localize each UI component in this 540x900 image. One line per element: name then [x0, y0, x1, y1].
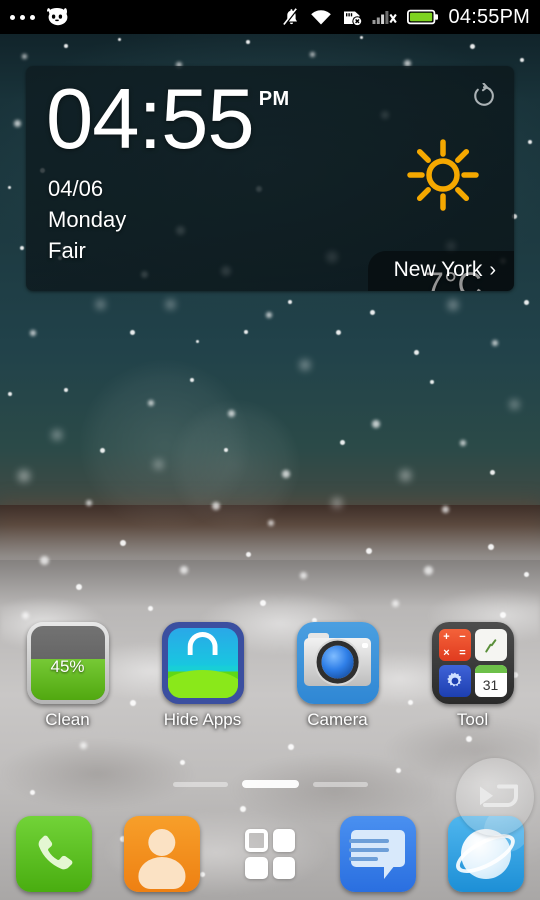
floating-back-button[interactable] — [456, 758, 534, 836]
battery-full-icon — [406, 9, 438, 25]
widget-time-row: 04:55 PM — [46, 72, 290, 167]
wifi-icon — [310, 10, 331, 25]
widget-bokeh — [381, 111, 389, 119]
dock-item-phone[interactable] — [0, 816, 108, 892]
widget-city-button[interactable]: New York › — [367, 251, 514, 291]
app-label: Clean — [45, 710, 90, 729]
widget-ampm: PM — [258, 88, 290, 110]
widget-bokeh — [176, 226, 185, 235]
clean-icon-inner: 45% — [30, 626, 105, 700]
clock-icon — [474, 629, 507, 661]
refresh-icon[interactable] — [471, 82, 497, 114]
calc-minus: − — [459, 631, 466, 643]
camera-icon-flash — [362, 642, 368, 649]
contacts-icon-head — [148, 828, 176, 857]
app-tool-folder[interactable]: + − × = 31 Tool — [405, 622, 540, 742]
widget-bokeh — [221, 266, 231, 276]
messaging-icon-line-3 — [349, 857, 378, 862]
status-bar[interactable]: 04:55PM — [0, 0, 540, 34]
sdcard-removed-icon — [343, 11, 362, 26]
calc-plus: + — [443, 631, 450, 643]
app-label: Tool — [456, 710, 489, 729]
messaging-icon-line-1 — [349, 838, 389, 843]
widget-condition: Fair — [48, 237, 86, 263]
chevron-right-icon: › — [489, 259, 496, 281]
calendar-icon: 31 — [474, 665, 507, 697]
calendar-icon-day: 31 — [482, 677, 499, 694]
drawer-cell-1 — [245, 829, 268, 852]
app-drawer-grid-icon — [232, 816, 308, 892]
drawer-cell-4 — [272, 856, 295, 879]
drawer-cell-2 — [272, 829, 295, 852]
dock-item-messaging[interactable] — [324, 816, 432, 892]
back-uturn-arrow-icon — [480, 784, 518, 807]
tool-folder-icon: + − × = 31 — [431, 622, 514, 704]
page-dot-1[interactable] — [172, 781, 228, 787]
widget-bokeh — [256, 186, 262, 192]
app-label: Camera — [307, 710, 368, 729]
camera-icon-lens — [321, 645, 354, 679]
cell-signal-no-sim-icon — [372, 10, 397, 24]
calendar-icon-header — [474, 665, 507, 674]
hide-apps-icon-handle — [187, 631, 218, 656]
widget-date-block: 04/06 Monday Fair — [48, 174, 126, 266]
clean-battery-icon: 45% — [26, 622, 109, 704]
sun-icon — [406, 138, 480, 217]
cyanogenmod-android-head-icon — [47, 8, 68, 26]
dock — [0, 808, 540, 900]
hide-apps-icon-hill — [167, 670, 238, 698]
widget-time: 04:55 — [46, 72, 255, 167]
calc-equals: = — [459, 647, 466, 659]
contacts-icon-body — [138, 857, 186, 889]
overflow-dots-icon — [10, 14, 35, 20]
widget-city-label: New York — [393, 258, 483, 281]
messaging-icon-line-2 — [349, 847, 389, 852]
app-hide-apps[interactable]: Hide Apps — [135, 622, 270, 742]
app-clean[interactable]: 45% Clean — [0, 622, 135, 742]
contacts-person-icon — [124, 816, 200, 892]
widget-date: 04/06 — [48, 176, 104, 201]
drawer-cell-3 — [245, 856, 268, 879]
widget-weekday: Monday — [48, 206, 127, 232]
wallpaper-halo-2 — [170, 400, 300, 530]
widget-bokeh — [141, 271, 148, 278]
calc-times: × — [443, 647, 450, 659]
page-dot-2-active[interactable] — [241, 780, 299, 788]
hide-apps-bag-icon — [161, 622, 244, 704]
dock-item-contacts[interactable] — [108, 816, 216, 892]
camera-icon — [296, 622, 379, 704]
settings-gear-icon — [438, 665, 471, 697]
clock-weather-widget[interactable]: 04:55 PM 04/06 Monday Fair 7°C New York … — [26, 66, 514, 291]
widget-bokeh — [446, 241, 456, 251]
status-bar-right: 04:55PM — [282, 6, 530, 29]
calculator-icon: + − × = — [438, 629, 471, 661]
app-label: Hide Apps — [163, 710, 242, 729]
status-bar-left — [10, 7, 70, 27]
widget-bokeh — [326, 251, 338, 263]
home-app-row: 45% Clean Hide Apps Camera + − × = 31 To… — [0, 622, 540, 742]
bell-muted-icon — [282, 8, 298, 27]
messaging-icon-tail — [384, 864, 396, 879]
messaging-bubble-icon — [340, 816, 416, 892]
page-dot-3[interactable] — [312, 781, 368, 787]
status-bar-clock: 04:55PM — [448, 5, 530, 28]
clean-icon-percent: 45% — [50, 657, 85, 677]
app-camera[interactable]: Camera — [270, 622, 405, 742]
hide-apps-icon-scene — [167, 628, 238, 698]
phone-icon — [16, 816, 92, 892]
dock-item-app-drawer[interactable] — [216, 816, 324, 892]
